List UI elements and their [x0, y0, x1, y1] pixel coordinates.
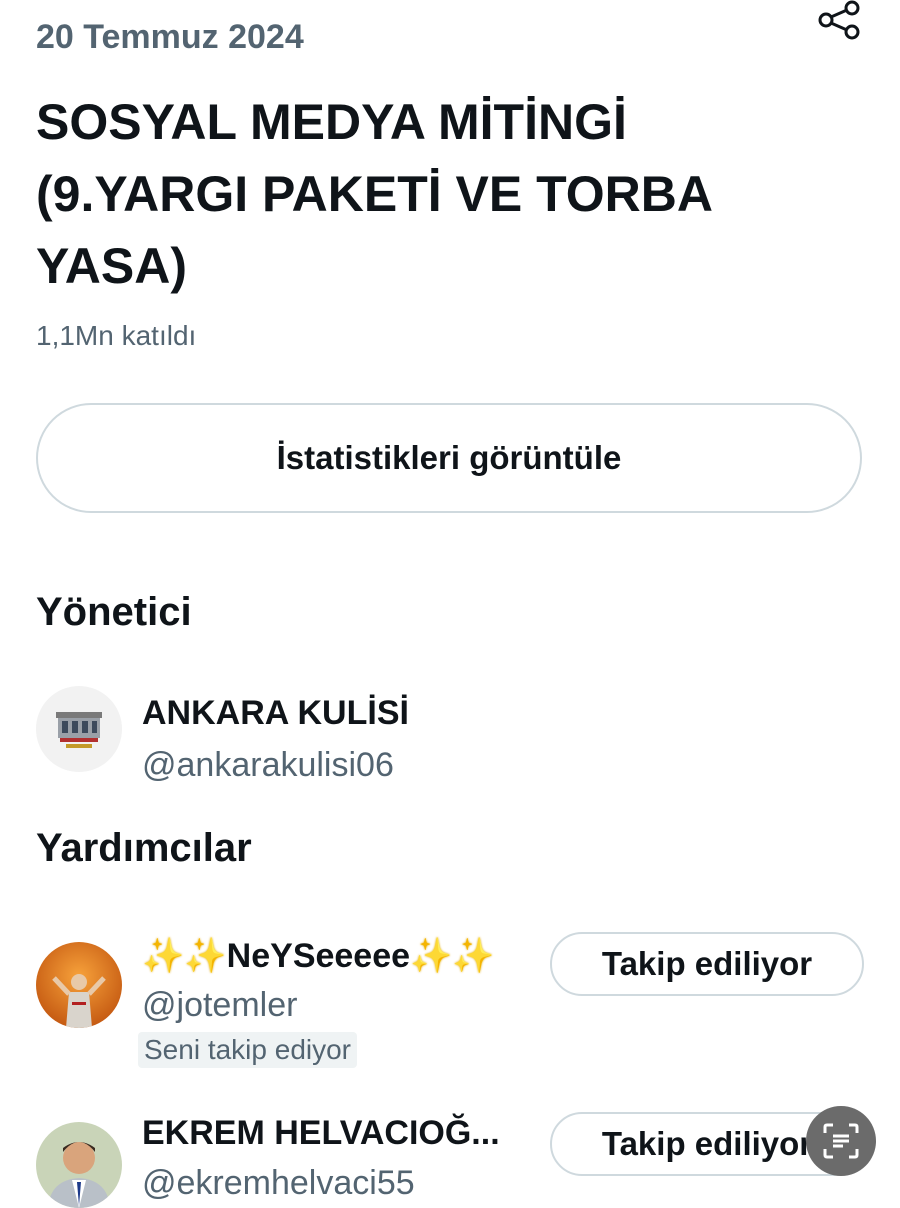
view-statistics-button[interactable]: İstatistikleri görüntüle	[36, 403, 862, 513]
cohost-handle-jotemler[interactable]: @jotemler	[142, 986, 297, 1025]
share-button[interactable]	[810, 0, 868, 44]
following-button-jotemler[interactable]: Takip ediliyor	[550, 932, 864, 996]
text-scan-icon	[823, 1123, 859, 1159]
event-date: 20 Temmuz 2024	[36, 18, 304, 56]
cohost-handle-ekremhelvaci55[interactable]: @ekremhelvaci55	[142, 1164, 415, 1203]
cohost-section-title: Yardımcılar	[36, 826, 252, 870]
host-avatar[interactable]	[36, 686, 122, 772]
cohost-name-jotemler[interactable]: ✨✨NeYSeeeee✨✨	[142, 936, 495, 976]
share-icon	[818, 0, 860, 40]
football-player-photo	[36, 942, 122, 1028]
cohost-name-ekremhelvaci55[interactable]: EKREM HELVACIOĞ...	[142, 1114, 500, 1153]
star-emoji-icon: ✨✨	[410, 937, 495, 975]
cohost-avatar-jotemler[interactable]	[36, 942, 122, 1028]
participant-count: 1,1Mn katıldı	[36, 320, 197, 351]
star-emoji-icon: ✨✨	[142, 937, 227, 975]
text-scan-button[interactable]	[806, 1106, 876, 1176]
host-handle[interactable]: @ankarakulisi06	[142, 746, 394, 785]
follows-you-badge: Seni takip ediyor	[138, 1032, 358, 1068]
host-name[interactable]: ANKARA KULİSİ	[142, 694, 409, 733]
cohost-name-text: NeYSeeeee	[226, 937, 411, 975]
building-logo-icon	[36, 686, 122, 772]
cohost-avatar-ekremhelvaci55[interactable]	[36, 1122, 122, 1208]
host-section-title: Yönetici	[36, 590, 192, 634]
man-in-suit-photo	[36, 1122, 122, 1208]
event-title: SOSYAL MEDYA MİTİNGİ (9.YARGI PAKETİ VE …	[36, 94, 713, 294]
